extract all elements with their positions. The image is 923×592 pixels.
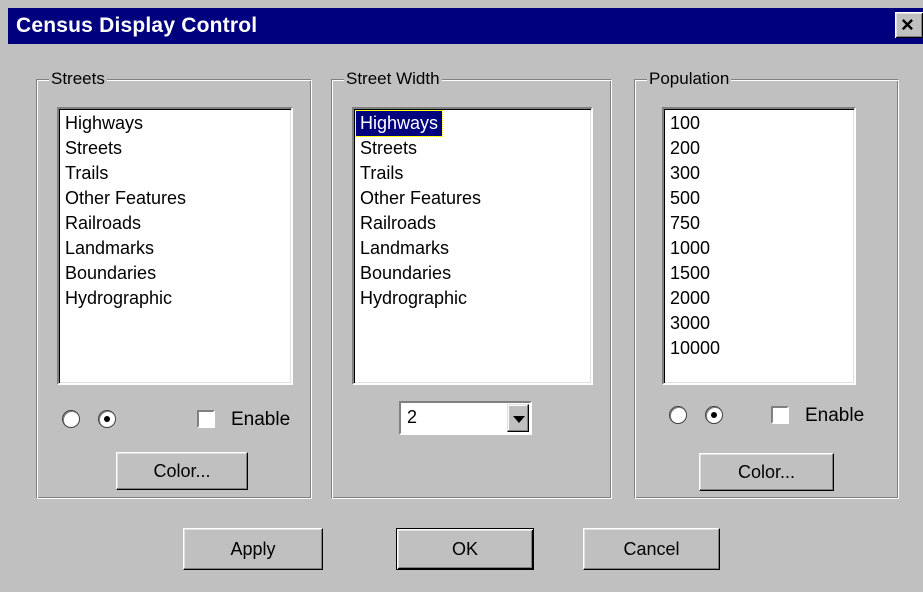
radio-selected-dot: [711, 412, 717, 418]
list-item[interactable]: Other Features: [360, 186, 481, 211]
list-item[interactable]: Highways: [65, 111, 143, 136]
list-item-selected[interactable]: Highways: [354, 110, 444, 137]
list-item[interactable]: Trails: [65, 161, 108, 186]
streets-radio-1[interactable]: [62, 410, 80, 428]
apply-button[interactable]: Apply: [183, 528, 323, 570]
list-item[interactable]: Trails: [360, 161, 403, 186]
list-item[interactable]: 2000: [670, 286, 710, 311]
close-icon: ×: [901, 12, 914, 37]
radio-selected-dot: [104, 416, 110, 422]
list-item[interactable]: Railroads: [65, 211, 141, 236]
streets-color-button[interactable]: Color...: [116, 452, 248, 490]
street-width-group: Street Width Highways Streets Trails Oth…: [331, 68, 612, 499]
streets-enable-label: Enable: [231, 409, 291, 430]
list-item[interactable]: 300: [670, 161, 700, 186]
ok-button[interactable]: OK: [396, 528, 534, 570]
list-item[interactable]: Railroads: [360, 211, 436, 236]
street-width-group-label: Street Width: [344, 68, 442, 90]
cancel-button[interactable]: Cancel: [583, 528, 720, 570]
street-width-value: 2: [407, 407, 418, 427]
list-item[interactable]: Landmarks: [360, 236, 449, 261]
list-item[interactable]: Hydrographic: [360, 286, 467, 311]
list-item[interactable]: 1000: [670, 236, 710, 261]
list-item[interactable]: Landmarks: [65, 236, 154, 261]
population-color-button[interactable]: Color...: [699, 453, 834, 491]
list-item[interactable]: 750: [670, 211, 700, 236]
dropdown-button[interactable]: [507, 404, 529, 432]
list-item[interactable]: 500: [670, 186, 700, 211]
window-title: Census Display Control: [16, 14, 258, 37]
population-group: Population 100 200 300 500 750 1000 1500…: [634, 68, 899, 499]
population-enable-checkbox[interactable]: [771, 406, 789, 424]
street-width-select[interactable]: 2: [399, 401, 532, 435]
population-listbox[interactable]: 100 200 300 500 750 1000 1500 2000 3000 …: [662, 107, 856, 385]
list-item[interactable]: 3000: [670, 311, 710, 336]
street-width-listbox[interactable]: Highways Streets Trails Other Features R…: [352, 107, 593, 385]
streets-group-label: Streets: [49, 68, 107, 90]
population-radio-2[interactable]: [705, 406, 723, 424]
streets-enable-checkbox[interactable]: [197, 410, 215, 428]
list-item[interactable]: 1500: [670, 261, 710, 286]
list-item[interactable]: 200: [670, 136, 700, 161]
list-item[interactable]: Boundaries: [65, 261, 156, 286]
list-item[interactable]: Streets: [360, 136, 417, 161]
census-display-control-dialog: Census Display Control × Streets Highway…: [0, 0, 923, 592]
streets-listbox[interactable]: Highways Streets Trails Other Features R…: [57, 107, 293, 385]
streets-group: Streets Highways Streets Trails Other Fe…: [36, 68, 312, 499]
list-item[interactable]: Boundaries: [360, 261, 451, 286]
list-item[interactable]: Other Features: [65, 186, 186, 211]
title-bar: Census Display Control ×: [8, 8, 923, 44]
list-item[interactable]: 100: [670, 111, 700, 136]
streets-radio-2[interactable]: [98, 410, 116, 428]
list-item[interactable]: Streets: [65, 136, 122, 161]
list-item[interactable]: 10000: [670, 336, 720, 361]
list-item[interactable]: Hydrographic: [65, 286, 172, 311]
chevron-down-icon: [513, 416, 525, 423]
population-group-label: Population: [647, 68, 732, 90]
population-radio-1[interactable]: [669, 406, 687, 424]
close-button[interactable]: ×: [895, 12, 923, 38]
population-enable-label: Enable: [805, 405, 865, 426]
